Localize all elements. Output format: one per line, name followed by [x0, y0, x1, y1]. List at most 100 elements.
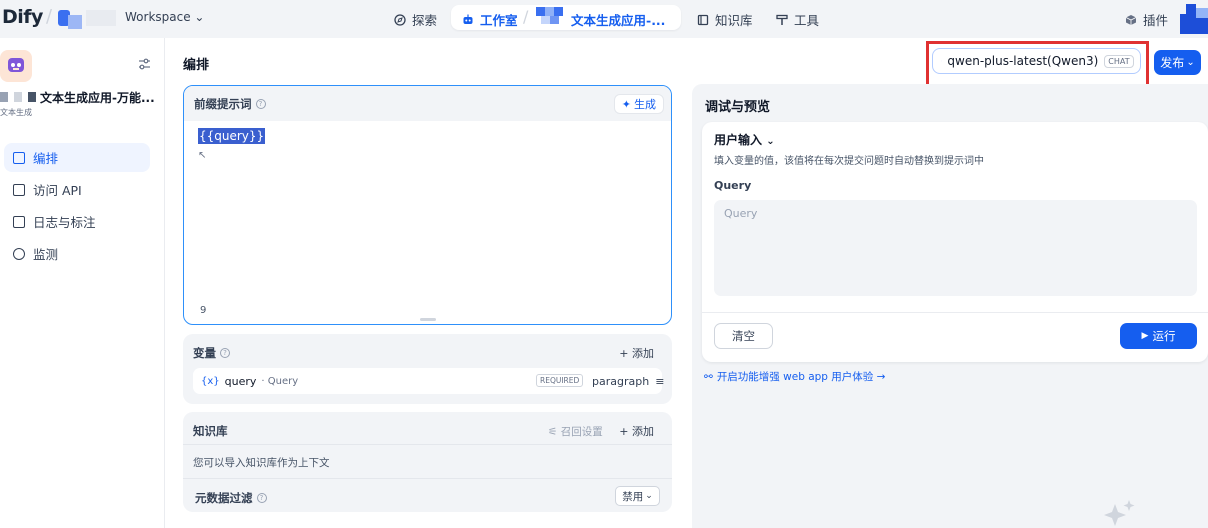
workspace-switcher[interactable]: Workspace ⌄	[125, 10, 204, 24]
variable-row[interactable]: {x} query · Query REQUIRED paragraph ≡	[193, 368, 664, 394]
sidebar-item-logs[interactable]: 日志与标注	[4, 207, 150, 236]
prompt-textarea[interactable]: {{query}}	[198, 128, 266, 144]
debug-preview-panel: 调试与预览 用户输入 ⌄ 填入变量的值，该值将在每次提交问题时自动替换到提示词中…	[692, 84, 1208, 528]
sidebar-app-type: 文本生成	[0, 108, 32, 117]
nav-plugins-label: 插件	[1143, 13, 1169, 28]
user-input-label: 用户输入	[714, 133, 763, 147]
resize-handle[interactable]	[420, 318, 436, 321]
run-label: 运行	[1152, 329, 1176, 343]
query-input[interactable]	[714, 200, 1197, 296]
info-icon[interactable]: ?	[255, 98, 266, 109]
metadata-filter-select[interactable]: 禁用 ⌄	[615, 486, 660, 506]
nav-studio[interactable]: 工作室	[462, 10, 518, 29]
nav-tools-label: 工具	[794, 13, 820, 28]
variables-label: 变量	[193, 346, 216, 360]
nav-explore[interactable]: 探索	[394, 10, 437, 29]
sparkle-icon: ✦	[621, 97, 631, 111]
add-knowledge-button[interactable]: + 添加	[619, 423, 654, 439]
robot-icon	[8, 58, 24, 72]
char-count: 9	[200, 305, 207, 316]
user-input-card: 用户输入 ⌄ 填入变量的值，该值将在每次提交问题时自动替换到提示词中 Query…	[702, 122, 1208, 362]
app-icon	[0, 50, 32, 82]
sidebar-item-label: 访问 API	[33, 183, 82, 198]
user-input-description: 填入变量的值，该值将在每次提交问题时自动替换到提示词中	[714, 156, 984, 167]
knowledge-description: 您可以导入知识库作为上下文	[193, 457, 330, 469]
nav-studio-pill: 工作室 / 文本生成应用-...	[451, 5, 681, 30]
nav-plugins[interactable]: 插件	[1125, 10, 1168, 29]
dashboard-icon	[13, 247, 25, 260]
feature-icon: ⚯	[704, 370, 713, 383]
variables-title: 变量 ?	[193, 345, 230, 361]
nav-knowledge[interactable]: 知识库	[697, 10, 753, 29]
document-icon	[13, 215, 25, 228]
metadata-filter-title: 元数据过滤 ?	[195, 490, 267, 506]
debug-title: 调试与预览	[705, 100, 771, 115]
nav-tools[interactable]: 工具	[776, 10, 819, 29]
generate-button[interactable]: ✦ 生成	[613, 94, 664, 114]
sidebar-item-label: 监测	[33, 247, 59, 262]
layout-icon	[13, 151, 25, 164]
feature-link-label: 开启功能增强 web app 用户体验 →	[716, 371, 886, 383]
sidebar-item-label: 日志与标注	[33, 215, 96, 230]
clear-button[interactable]: 清空	[714, 323, 773, 349]
page-title: 编排	[183, 58, 210, 73]
recall-settings-button[interactable]: ⚟ 召回设置	[548, 424, 603, 439]
main-panel: 编排 qwen-plus-latest(Qwen3) CHAT 发布 ⌄ 前缀提…	[165, 38, 1208, 528]
mouse-cursor-icon: ↖	[198, 150, 207, 161]
info-icon[interactable]: ?	[220, 348, 230, 358]
variable-key: query	[224, 374, 257, 388]
sidebar-item-api[interactable]: 访问 API	[4, 175, 150, 204]
prompt-content: {{query}}	[198, 128, 266, 144]
chevron-down-icon: ⌄	[645, 491, 653, 501]
nav-knowledge-label: 知识库	[715, 13, 753, 28]
book-icon	[697, 14, 709, 25]
redacted-block	[28, 92, 36, 102]
variable-type-label: paragraph	[592, 375, 650, 388]
sidebar-item-label: 编排	[33, 151, 59, 166]
run-button[interactable]: ▶ 运行	[1120, 323, 1197, 349]
play-icon: ▶	[1141, 331, 1149, 341]
generate-label: 生成	[634, 98, 656, 111]
nav-separator: /	[46, 6, 53, 27]
enable-features-link[interactable]: ⚯ 开启功能增强 web app 用户体验 →	[704, 369, 885, 384]
chevron-down-icon: ⌄	[194, 10, 205, 24]
info-icon[interactable]: ?	[256, 493, 267, 503]
app-thumbnail	[536, 7, 563, 24]
prompt-editor-card: 前缀提示词 ? ✦ 生成 {{query}} ↖ 9	[183, 85, 672, 325]
divider	[702, 312, 1208, 313]
variable-icon: {x}	[201, 375, 220, 387]
sidebar-item-orchestrate[interactable]: 编排	[4, 143, 150, 172]
user-avatar[interactable]	[1180, 4, 1208, 34]
terminal-icon	[13, 183, 25, 196]
redacted-block	[0, 92, 8, 102]
current-app-switcher[interactable]: 文本生成应用-...	[571, 10, 665, 29]
dify-logo[interactable]: Dify	[2, 6, 43, 28]
publish-button[interactable]: 发布 ⌄	[1154, 50, 1201, 75]
variable-type: paragraph ≡	[592, 375, 664, 388]
nav-studio-label: 工作室	[480, 13, 518, 28]
divider	[183, 444, 672, 445]
workspace-avatar[interactable]	[58, 7, 84, 31]
sliders-icon: ⚟	[548, 426, 558, 438]
sparkle-icon	[1104, 500, 1135, 526]
text-lines-icon: ≡	[655, 375, 665, 388]
model-mode-badge: CHAT	[1104, 54, 1134, 68]
hammer-icon	[776, 14, 788, 25]
top-nav: Dify / Workspace ⌄ 探索 工作室 / 文本生成应用-... 知…	[0, 0, 1208, 38]
robot-icon	[463, 14, 473, 24]
variables-card: 变量 ? + 添加 {x} query · Query REQUIRED par…	[183, 334, 672, 404]
nav-explore-label: 探索	[412, 13, 438, 28]
model-selector[interactable]: qwen-plus-latest(Qwen3) CHAT	[932, 48, 1141, 74]
knowledge-title: 知识库	[193, 424, 228, 438]
chevron-down-icon: ⌄	[766, 136, 775, 147]
sidebar-toggle-icon[interactable]	[138, 58, 151, 70]
publish-label: 发布	[1160, 56, 1185, 70]
add-variable-button[interactable]: + 添加	[619, 345, 654, 361]
redacted-block	[14, 92, 22, 102]
user-input-toggle[interactable]: 用户输入 ⌄	[714, 131, 775, 148]
divider	[183, 478, 672, 479]
workspace-name-redacted	[86, 10, 116, 26]
prompt-header: 前缀提示词 ?	[184, 86, 671, 121]
sidebar-item-monitor[interactable]: 监测	[4, 239, 150, 268]
chevron-down-icon: ⌄	[1186, 57, 1195, 68]
